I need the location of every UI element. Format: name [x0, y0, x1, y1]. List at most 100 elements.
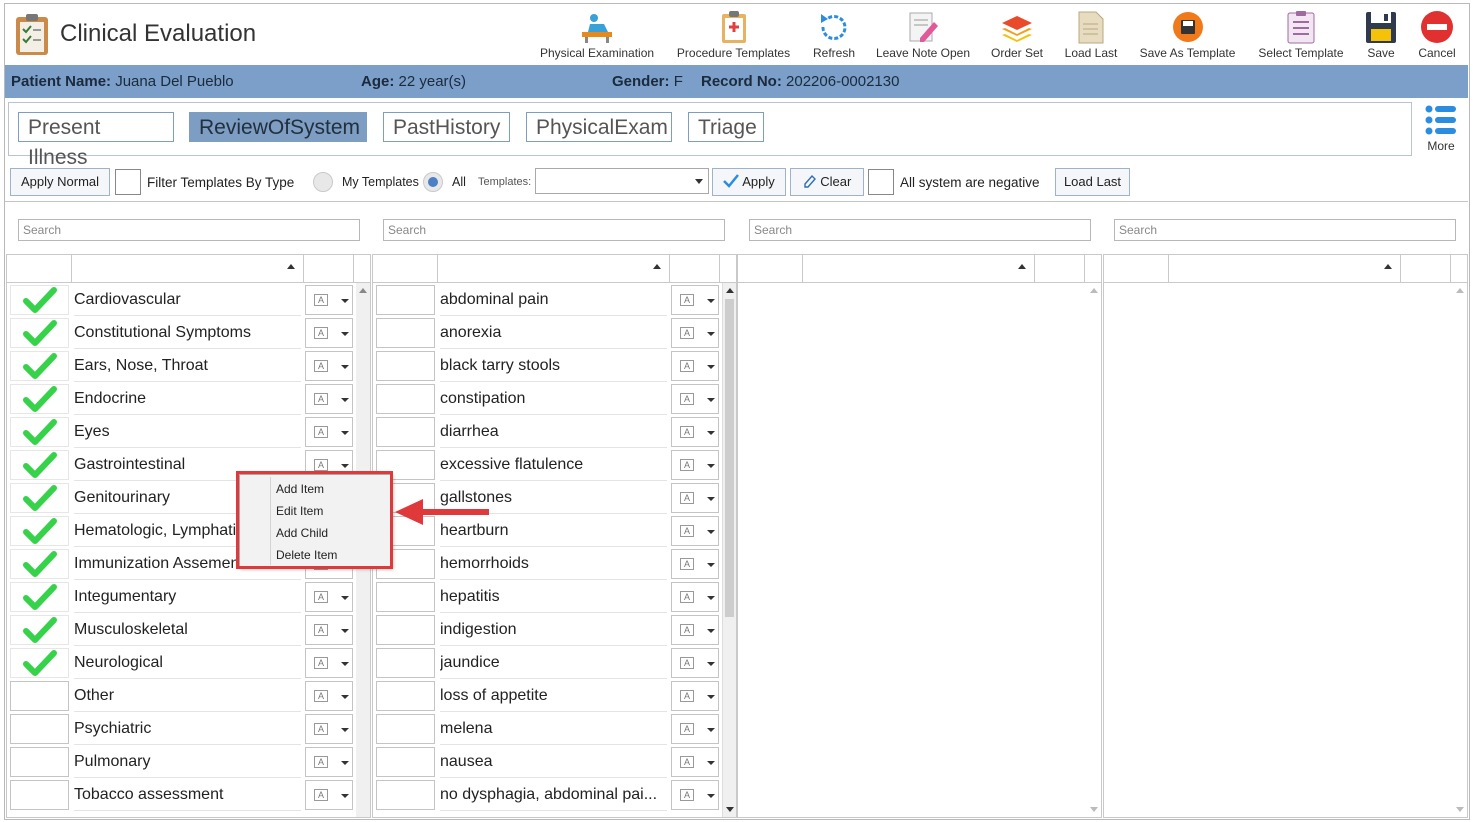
sort-ascending-icon[interactable] — [1384, 264, 1392, 269]
note-dropdown[interactable]: A — [305, 681, 353, 711]
row-checkbox[interactable] — [10, 780, 69, 810]
note-dropdown[interactable]: A — [671, 384, 719, 414]
note-dropdown[interactable]: A — [671, 747, 719, 777]
table-row[interactable]: black tarry stools A — [373, 349, 721, 382]
note-dropdown[interactable]: A — [305, 648, 353, 678]
refresh-button[interactable]: Refresh — [810, 6, 858, 64]
table-row[interactable]: melena A — [373, 712, 721, 745]
row-checkbox[interactable] — [376, 582, 435, 612]
row-checkbox[interactable] — [10, 747, 69, 777]
row-checkbox[interactable] — [10, 351, 69, 381]
row-checkbox[interactable] — [376, 384, 435, 414]
note-dropdown[interactable]: A — [671, 648, 719, 678]
row-checkbox[interactable] — [376, 714, 435, 744]
table-row[interactable]: indigestion A — [373, 613, 721, 646]
note-dropdown[interactable]: A — [305, 714, 353, 744]
table-row[interactable]: hemorrhoids A — [373, 547, 721, 580]
scrollbar[interactable] — [1453, 283, 1467, 817]
row-checkbox[interactable] — [10, 384, 69, 414]
row-checkbox[interactable] — [376, 351, 435, 381]
save-button[interactable]: Save — [1361, 6, 1401, 64]
table-row[interactable]: abdominal pain A — [373, 283, 721, 316]
cancel-button[interactable]: Cancel — [1414, 6, 1460, 64]
note-dropdown[interactable]: A — [305, 384, 353, 414]
row-checkbox[interactable] — [376, 747, 435, 777]
row-checkbox[interactable] — [10, 516, 69, 546]
row-checkbox[interactable] — [376, 780, 435, 810]
row-checkbox[interactable] — [376, 417, 435, 447]
my-templates-radio[interactable] — [313, 172, 333, 192]
row-checkbox[interactable] — [10, 648, 69, 678]
table-row[interactable]: diarrhea A — [373, 415, 721, 448]
scrollbar[interactable] — [722, 283, 736, 817]
table-row[interactable]: Pulmonary A — [7, 745, 355, 778]
procedure-templates-button[interactable]: Procedure Templates — [676, 6, 791, 64]
row-checkbox[interactable] — [376, 318, 435, 348]
note-dropdown[interactable]: A — [305, 285, 353, 315]
note-dropdown[interactable]: A — [671, 285, 719, 315]
search-input-panel4[interactable]: Search — [1114, 219, 1456, 241]
table-row[interactable]: jaundice A — [373, 646, 721, 679]
tab-review-of-system[interactable]: ReviewOfSystem — [189, 112, 367, 142]
note-dropdown[interactable]: A — [305, 582, 353, 612]
note-dropdown[interactable]: A — [671, 549, 719, 579]
row-checkbox[interactable] — [10, 681, 69, 711]
row-checkbox[interactable] — [10, 450, 69, 480]
search-input-symptoms[interactable]: Search — [383, 219, 725, 241]
sort-ascending-icon[interactable] — [1018, 264, 1026, 269]
row-checkbox[interactable] — [10, 582, 69, 612]
all-negative-checkbox[interactable] — [868, 169, 894, 195]
row-checkbox[interactable] — [10, 483, 69, 513]
note-dropdown[interactable]: A — [671, 351, 719, 381]
load-last-button[interactable]: Load Last — [1055, 168, 1130, 196]
table-row[interactable]: hepatitis A — [373, 580, 721, 613]
table-row[interactable]: Cardiovascular A — [7, 283, 355, 316]
row-checkbox[interactable] — [376, 681, 435, 711]
table-row[interactable]: Tobacco assessment A — [7, 778, 355, 811]
table-row[interactable]: Integumentary A — [7, 580, 355, 613]
note-dropdown[interactable]: A — [305, 747, 353, 777]
note-dropdown[interactable]: A — [671, 780, 719, 810]
table-row[interactable]: constipation A — [373, 382, 721, 415]
note-dropdown[interactable]: A — [671, 681, 719, 711]
apply-normal-button[interactable]: Apply Normal — [10, 168, 110, 196]
note-dropdown[interactable]: A — [305, 417, 353, 447]
note-dropdown[interactable]: A — [671, 714, 719, 744]
clear-button[interactable]: Clear — [790, 168, 864, 196]
table-row[interactable]: Other A — [7, 679, 355, 712]
note-dropdown[interactable]: A — [305, 780, 353, 810]
apply-button[interactable]: Apply — [712, 168, 786, 196]
note-dropdown[interactable]: A — [671, 450, 719, 480]
physical-examination-button[interactable]: Physical Examination — [540, 6, 654, 64]
select-template-button[interactable]: Select Template — [1256, 6, 1346, 64]
order-set-button[interactable]: Order Set — [988, 6, 1046, 64]
table-row[interactable]: Neurological A — [7, 646, 355, 679]
row-checkbox[interactable] — [10, 318, 69, 348]
table-row[interactable]: Musculoskeletal A — [7, 613, 355, 646]
table-row[interactable]: Psychiatric A — [7, 712, 355, 745]
note-dropdown[interactable]: A — [305, 351, 353, 381]
note-dropdown[interactable]: A — [671, 615, 719, 645]
table-row[interactable]: loss of appetite A — [373, 679, 721, 712]
row-checkbox[interactable] — [10, 714, 69, 744]
note-dropdown[interactable]: A — [305, 318, 353, 348]
note-dropdown[interactable]: A — [671, 582, 719, 612]
note-dropdown[interactable]: A — [671, 483, 719, 513]
table-row[interactable]: Eyes A — [7, 415, 355, 448]
leave-note-open-button[interactable]: Leave Note Open — [873, 6, 973, 64]
tab-past-history[interactable]: PastHistory — [383, 112, 510, 142]
tab-physical-exam[interactable]: PhysicalExam — [526, 112, 672, 142]
tab-triage[interactable]: Triage — [688, 112, 764, 142]
all-radio[interactable] — [423, 172, 443, 192]
note-dropdown[interactable]: A — [671, 318, 719, 348]
row-checkbox[interactable] — [376, 615, 435, 645]
more-button[interactable]: More — [1421, 104, 1461, 153]
row-checkbox[interactable] — [10, 549, 69, 579]
sort-ascending-icon[interactable] — [653, 264, 661, 269]
table-row[interactable]: Ears, Nose, Throat A — [7, 349, 355, 382]
table-row[interactable]: Endocrine A — [7, 382, 355, 415]
table-row[interactable]: nausea A — [373, 745, 721, 778]
note-dropdown[interactable]: A — [671, 516, 719, 546]
templates-select[interactable] — [535, 168, 709, 194]
note-dropdown[interactable]: A — [305, 615, 353, 645]
